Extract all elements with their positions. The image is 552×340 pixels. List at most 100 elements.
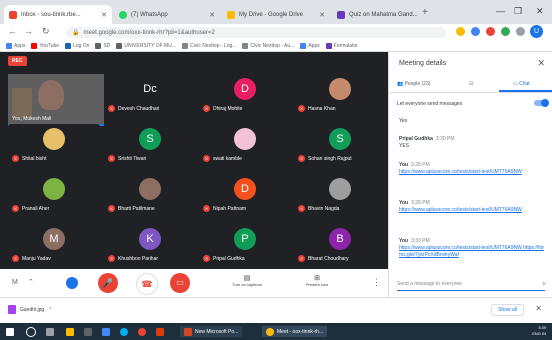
participant-avatar: K — [139, 228, 161, 250]
bookmark-civic-log[interactable]: Civic Nexttop - Log... — [182, 43, 236, 49]
captions-label: Turn on captions — [232, 282, 262, 287]
participant-tile[interactable]: S ✕ Sohan singh Rajput — [294, 124, 386, 164]
extension-icon[interactable] — [501, 27, 510, 36]
show-all-button[interactable]: Show all — [491, 304, 524, 316]
close-icon[interactable]: ✕ — [418, 11, 420, 19]
mic-off-icon: ✕ — [108, 155, 115, 162]
store-icon[interactable] — [84, 326, 92, 337]
office-icon[interactable] — [156, 326, 164, 337]
search-icon[interactable] — [26, 326, 36, 337]
close-icon[interactable]: ✕ — [315, 11, 325, 19]
message-input[interactable]: Send a message to everyone — [397, 278, 545, 291]
participant-tile[interactable]: K ✕ Khushboo Parihar — [104, 224, 196, 264]
participant-tile[interactable]: ✕ Hasna Khan — [294, 74, 386, 114]
close-window-icon[interactable]: ✕ — [536, 6, 544, 17]
participant-tile[interactable]: S ✕ Srishti Tiwari — [104, 124, 196, 164]
task-view-icon[interactable] — [46, 326, 54, 337]
tile-name: ✕ Sohan singh Rajput — [298, 155, 352, 162]
tab-gmail[interactable]: Inbox - sou-tinnk.rbe... ✕ — [4, 5, 112, 24]
star-icon[interactable] — [456, 27, 465, 36]
tab-drive[interactable]: My Drive - Google Drive ✕ — [222, 5, 330, 24]
participant-tile[interactable]: ✕ Pranali Aher — [8, 174, 100, 214]
bookmark-logon[interactable]: Log On — [65, 43, 89, 49]
chrome-icon[interactable] — [138, 326, 146, 337]
reload-icon[interactable]: ↻ — [42, 26, 50, 37]
mic-off-icon: ✕ — [298, 255, 305, 262]
participant-tile[interactable]: D ✕ Dhiraj Mohite — [199, 74, 291, 114]
bookmark-label: SD — [103, 43, 111, 49]
bookmark-sd[interactable]: SD — [95, 43, 110, 49]
tile-name: ✕ Khushboo Parihar — [108, 255, 158, 262]
browser-tab-strip: Inbox - sou-tinnk.rbe... ✕ (7) WhatsApp … — [0, 0, 552, 24]
tab-label: Chat — [519, 81, 530, 87]
mic-off-icon: ✕ — [203, 155, 210, 162]
participant-tile[interactable]: ✕ Bhavin Nagda — [294, 174, 386, 214]
taskbar-item-powerpoint[interactable]: New Microsoft Po... — [180, 326, 243, 337]
participant-tile[interactable]: M ✕ Manju Yadav — [8, 224, 100, 264]
skype-icon[interactable] — [120, 326, 128, 337]
url-input[interactable]: 🔒 meet.google.com/oxx-tinnk-rhr?pli=1&au… — [66, 27, 446, 38]
participant-tile[interactable]: ✕ swati kamble — [199, 124, 291, 164]
participant-tile[interactable]: D ✕ Nipah Pattnam — [199, 174, 291, 214]
maximize-icon[interactable]: ❐ — [514, 6, 522, 17]
self-view-tile[interactable]: You, Mukesh Mali — [8, 74, 104, 126]
tab-activities[interactable]: ☑ — [469, 81, 473, 87]
bookmark-youtube[interactable]: YouTube — [31, 43, 59, 49]
participant-tile[interactable]: ✕ Shital bisht — [8, 124, 100, 164]
more-options-icon[interactable]: ⋮ — [372, 277, 381, 288]
back-icon[interactable]: ← — [8, 26, 17, 36]
captions-button[interactable]: ▤ Turn on captions — [222, 274, 272, 287]
bookmark-formulator[interactable]: Formulator — [325, 43, 358, 49]
chevron-up-icon[interactable]: ⌃ — [48, 307, 52, 313]
bookmark-university[interactable]: UNIVERSITY OF MU... — [116, 43, 176, 49]
puzzle-icon[interactable] — [516, 27, 525, 36]
participant-tile[interactable]: ✕ Bharti Patilmane — [104, 174, 196, 214]
shield-icon[interactable] — [66, 277, 78, 289]
tab-chat[interactable]: ▭ Chat — [513, 81, 530, 87]
message-link[interactable]: https://www.aplusscore.co/tests/start-te… — [399, 169, 547, 176]
participant-avatar: D — [234, 178, 256, 200]
participant-tile[interactable]: P ✕ Pripal Gudhka — [199, 224, 291, 264]
minimize-icon[interactable]: — — [496, 6, 505, 16]
participant-tile[interactable]: Dc ✕ Devesh Chaudhari — [104, 74, 196, 114]
bookmark-civic-au[interactable]: Civic Nexttop - Au... — [242, 43, 294, 49]
meeting-info-label[interactable]: M — [12, 279, 18, 286]
message-time: 3:33 PM — [411, 238, 430, 244]
chevron-up-icon[interactable]: ⌃ — [28, 278, 34, 286]
send-icon[interactable]: ➤ — [541, 280, 547, 288]
participant-tile[interactable]: B ✕ Bharat Choudhary — [294, 224, 386, 264]
windows-start-icon[interactable] — [6, 326, 14, 337]
close-icon[interactable]: ✕ — [205, 11, 215, 19]
tile-name: ✕ Srishti Tiwari — [108, 155, 146, 162]
download-item[interactable]: Gandhi.jpg ⌃ — [8, 305, 52, 314]
mail-icon[interactable] — [102, 326, 110, 337]
participant-name: Nipah Pattnam — [213, 205, 247, 212]
extension-icon[interactable] — [471, 27, 480, 36]
new-tab-icon[interactable]: + — [422, 7, 428, 18]
close-icon[interactable]: ✕ — [535, 304, 542, 313]
extension-icon[interactable] — [486, 27, 495, 36]
bookmark-label: Civic Nexttop - Au... — [250, 43, 295, 49]
close-icon[interactable]: ✕ — [537, 58, 545, 69]
panel-title: Meeting details — [399, 60, 447, 67]
profile-avatar[interactable]: U — [530, 25, 543, 38]
taskbar-item-meet[interactable]: Meet - oox-tinnk-rh... — [262, 326, 328, 337]
tab-quiz[interactable]: Quiz on Mahatma Gand... ✕ — [332, 5, 420, 24]
file-explorer-icon[interactable] — [66, 326, 74, 337]
tab-people[interactable]: 👥 People (23) — [397, 81, 430, 87]
camera-off-button[interactable]: ▭ — [170, 273, 190, 293]
message-link[interactable]: https://www.aplusscore.co/tests/start-te… — [399, 245, 547, 259]
message-link[interactable]: https://www.aplusscore.co/tests/start-te… — [399, 207, 547, 214]
mic-off-icon: ✕ — [12, 255, 19, 262]
mic-off-button[interactable]: 🎤 — [98, 273, 118, 293]
bookmark-apps[interactable]: Apps — [6, 43, 25, 49]
close-icon[interactable]: ✕ — [97, 11, 107, 19]
system-clock[interactable]: 3:39 ENG IN — [532, 325, 546, 337]
send-messages-toggle[interactable] — [534, 99, 549, 107]
present-button[interactable]: ⊞ Present now — [292, 274, 342, 287]
forward-icon[interactable]: → — [24, 26, 33, 36]
hang-up-button[interactable]: ☎ — [136, 273, 158, 295]
tile-name: ✕ Nipah Pattnam — [203, 205, 246, 212]
bookmark-apps-2[interactable]: Apps — [300, 43, 320, 49]
tab-whatsapp[interactable]: (7) WhatsApp ✕ — [114, 5, 220, 24]
